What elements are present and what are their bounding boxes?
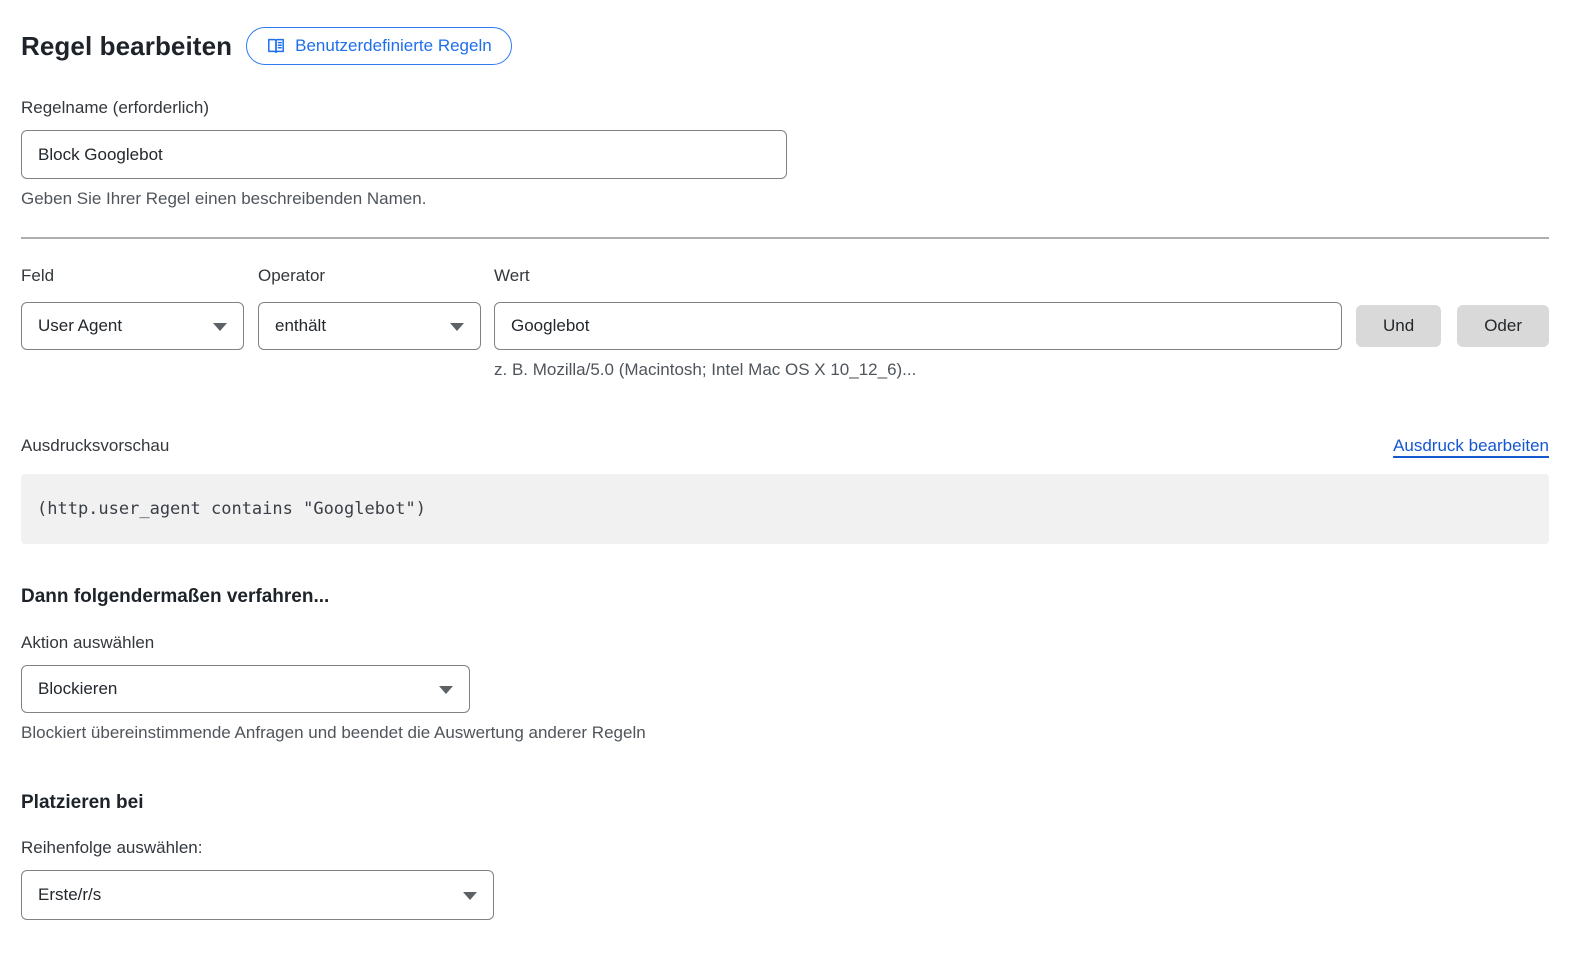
- chevron-down-icon: [439, 686, 453, 694]
- custom-rules-button-label: Benutzerdefinierte Regeln: [295, 36, 492, 56]
- expression-code: (http.user_agent contains "Googlebot"): [37, 499, 426, 519]
- operator-select[interactable]: enthält: [258, 302, 481, 350]
- and-button[interactable]: Und: [1356, 305, 1441, 347]
- operator-select-value: enthält: [275, 316, 326, 336]
- action-label: Aktion auswählen: [21, 633, 1549, 653]
- action-select-value: Blockieren: [38, 679, 117, 699]
- placement-order-label: Reihenfolge auswählen:: [21, 838, 1549, 858]
- value-column: Wert z. B. Mozilla/5.0 (Macintosh; Intel…: [494, 266, 1342, 380]
- field-select-value: User Agent: [38, 316, 122, 336]
- field-select[interactable]: User Agent: [21, 302, 244, 350]
- operator-label: Operator: [258, 266, 481, 286]
- action-select[interactable]: Blockieren: [21, 665, 470, 713]
- action-section-heading: Dann folgendermaßen verfahren...: [21, 586, 1549, 608]
- value-input[interactable]: [494, 302, 1342, 350]
- edit-rule-page: Regel bearbeiten Benutzerdefinierte Rege…: [0, 0, 1570, 956]
- field-column: Feld User Agent: [21, 266, 244, 350]
- or-button[interactable]: Oder: [1457, 305, 1549, 347]
- custom-rules-button[interactable]: Benutzerdefinierte Regeln: [246, 27, 512, 65]
- expression-preview-box: (http.user_agent contains "Googlebot"): [21, 474, 1549, 544]
- field-label: Feld: [21, 266, 244, 286]
- rule-name-input[interactable]: [21, 130, 787, 179]
- action-help-text: Blockiert übereinstimmende Anfragen und …: [21, 723, 1549, 743]
- expression-header: Ausdrucksvorschau Ausdruck bearbeiten: [21, 436, 1549, 456]
- section-divider: [21, 237, 1549, 239]
- open-book-icon: [266, 36, 286, 56]
- placement-order-select-value: Erste/r/s: [38, 885, 101, 905]
- page-title: Regel bearbeiten: [21, 31, 232, 62]
- expression-preview-label: Ausdrucksvorschau: [21, 436, 169, 456]
- chevron-down-icon: [463, 892, 477, 900]
- condition-row: Feld User Agent Operator enthält Wert z.…: [21, 266, 1549, 380]
- operator-column: Operator enthält: [258, 266, 481, 350]
- value-label: Wert: [494, 266, 1342, 286]
- placement-order-select[interactable]: Erste/r/s: [21, 870, 494, 920]
- placement-section-heading: Platzieren bei: [21, 792, 1549, 814]
- chevron-down-icon: [213, 323, 227, 331]
- chevron-down-icon: [450, 323, 464, 331]
- rule-name-label: Regelname (erforderlich): [21, 98, 1549, 118]
- value-hint-text: z. B. Mozilla/5.0 (Macintosh; Intel Mac …: [494, 360, 1342, 380]
- rule-name-help-text: Geben Sie Ihrer Regel einen beschreibend…: [21, 189, 1549, 209]
- edit-expression-link[interactable]: Ausdruck bearbeiten: [1393, 436, 1549, 456]
- page-header: Regel bearbeiten Benutzerdefinierte Rege…: [21, 26, 1549, 66]
